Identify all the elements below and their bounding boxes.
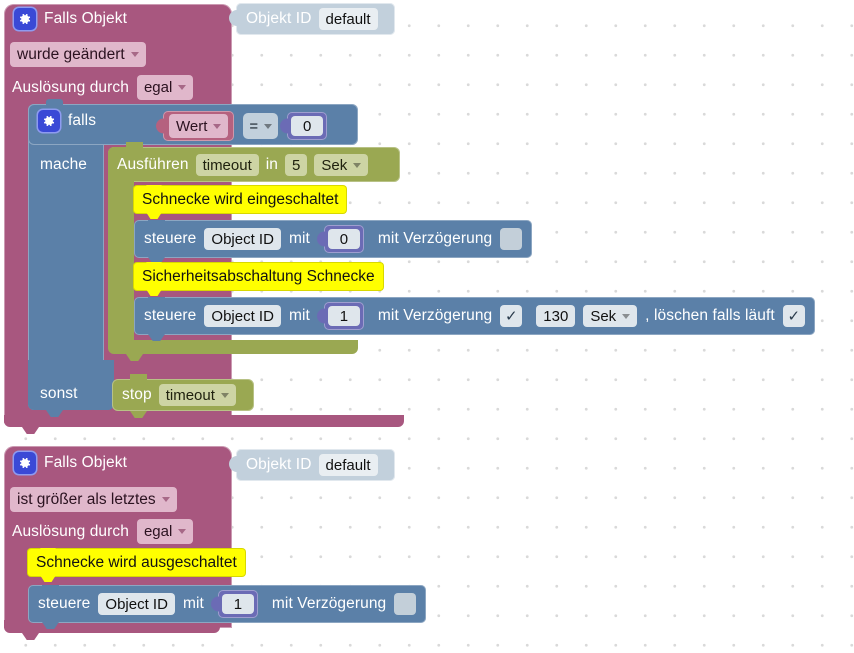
comment-block-1[interactable]: Schnecke wird eingeschaltet (134, 186, 347, 213)
condition-operator-dropdown[interactable]: = (243, 113, 279, 139)
event-block-2-foot-notch (22, 633, 39, 640)
control-block-2-clear-label: , löschen falls läuft (645, 307, 775, 325)
comment-block-3-text: Schnecke wird ausgeschaltet (36, 553, 237, 571)
objekt-id-plug-1 (229, 10, 238, 26)
event-block-1-foot-notch (22, 427, 39, 434)
stop-block[interactable]: stop timeout (112, 379, 254, 411)
control-block-1-with-label: mit (288, 230, 310, 248)
control-block-1-value-block[interactable]: 0 (323, 225, 364, 253)
source-dropdown-2[interactable]: egal (136, 519, 194, 544)
event-block-1-title: Falls Objekt (44, 10, 128, 28)
condition-left-block[interactable]: Wert (163, 111, 235, 141)
condition-left-dropdown[interactable]: Wert (169, 114, 229, 138)
source-dropdown-1[interactable]: egal (136, 75, 194, 100)
source-label-1: Auslösung durch (12, 78, 129, 96)
else-label: sonst (40, 385, 78, 402)
control-block-3-delay-checkbox[interactable] (394, 593, 417, 615)
condition-right-number-block[interactable]: 0 (287, 112, 328, 140)
gear-icon[interactable] (38, 110, 60, 132)
control-block-2-delay-checkbox[interactable]: ✓ (500, 305, 523, 327)
control-block-2-object-id[interactable]: Object ID (204, 305, 281, 327)
event-block-2-header: Falls Objekt (14, 452, 127, 474)
event-block-2-trigger-row: ist größer als letztes (10, 487, 177, 512)
comment-block-3[interactable]: Schnecke wird ausgeschaltet (28, 549, 245, 576)
if-block-top-notch (46, 99, 63, 105)
trigger-mode-dropdown-2[interactable]: ist größer als letztes (10, 487, 177, 512)
control-block-3-value[interactable]: 1 (221, 594, 254, 614)
control-block-2-value[interactable]: 1 (327, 306, 360, 326)
control-block-1-verb: steuere (144, 230, 197, 248)
timeout-delay-field[interactable]: 5 (285, 154, 308, 176)
event-block-1-source-row: Auslösung durch egal (12, 75, 194, 100)
control-block-2-delay-amount[interactable]: 130 (536, 305, 576, 327)
event-block-1-trigger-row: wurde geändert (10, 42, 146, 67)
chevron-down-icon (264, 123, 273, 129)
source-label-2: Auslösung durch (12, 522, 129, 540)
control-block-2-value-block[interactable]: 1 (323, 302, 364, 330)
event-block-2-title: Falls Objekt (44, 454, 128, 472)
condition-operator-label: = (249, 117, 259, 135)
timeout-run-label: Ausführen (117, 156, 189, 174)
gear-icon[interactable] (14, 8, 36, 30)
control-block-2-verb: steuere (144, 307, 197, 325)
control-block-2-notch-top (148, 297, 165, 303)
event-block-2-source-row: Auslösung durch egal (12, 519, 194, 544)
control-block-3-delay-label: mit Verzögerung (271, 595, 387, 613)
stop-block-top-notch (130, 374, 147, 380)
control-block-1[interactable]: steuere Object ID mit 0 mit Verzögerung (134, 220, 533, 264)
trigger-mode-dropdown-1[interactable]: wurde geändert (10, 42, 146, 67)
objekt-id-value-2[interactable]: default (318, 454, 378, 476)
comment-block-2-text: Sicherheitsabschaltung Schnecke (142, 267, 375, 285)
comment-block-2[interactable]: Sicherheitsabschaltung Schnecke (134, 263, 383, 290)
gear-icon[interactable] (14, 452, 36, 474)
condition-expression[interactable]: Wert = 0 (163, 111, 328, 141)
condition-right-value[interactable]: 0 (291, 116, 324, 136)
control-block-1-delay-checkbox[interactable] (500, 228, 523, 250)
timeout-block-top-notch (126, 142, 143, 148)
control-block-1-notch-top (148, 220, 165, 226)
control-block-3[interactable]: steuere Object ID mit 1 mit Verzögerung (28, 585, 427, 629)
control-block-3-with-label: mit (182, 595, 204, 613)
timeout-block-row: Ausführen timeout in 5 Sek (117, 154, 369, 176)
stop-block-label: stop (122, 386, 152, 404)
objekt-id-plug-2 (229, 456, 238, 472)
timeout-block-bottom (108, 340, 358, 354)
objekt-id-value-1[interactable]: default (318, 8, 378, 30)
control-block-2-with-label: mit (288, 307, 310, 325)
control-block-3-value-block[interactable]: 1 (217, 590, 258, 618)
if-block-mid-bar (28, 360, 114, 375)
event-block-1-header: Falls Objekt (14, 8, 127, 30)
objekt-id-block-1[interactable]: Objekt ID default (236, 3, 395, 35)
control-block-3-notch-top (42, 585, 59, 591)
control-block-1-delay-label: mit Verzögerung (377, 230, 493, 248)
timeout-block-left-rail (108, 147, 134, 353)
control-block-3-object-id[interactable]: Object ID (98, 593, 175, 615)
event-block-1-foot (4, 415, 404, 427)
control-block-1-value[interactable]: 0 (327, 229, 360, 249)
objekt-id-label-1: Objekt ID (246, 10, 312, 28)
timeout-unit-dropdown[interactable]: Sek (314, 154, 369, 176)
control-block-1-object-id[interactable]: Object ID (204, 228, 281, 250)
stop-block-timeout-dropdown[interactable]: timeout (158, 384, 236, 406)
control-block-2-clear-checkbox[interactable]: ✓ (782, 305, 805, 327)
control-block-2-delay-unit[interactable]: Sek (583, 305, 638, 327)
objekt-id-label-2: Objekt ID (246, 456, 312, 474)
objekt-id-block-2[interactable]: Objekt ID default (236, 449, 395, 481)
control-block-2-delay-label: mit Verzögerung (377, 307, 493, 325)
do-label: mache (40, 156, 88, 173)
timeout-in-label: in (265, 156, 279, 174)
if-block-header: falls (38, 110, 96, 132)
control-block-2[interactable]: steuere Object ID mit 1 mit Verzögerung … (134, 297, 815, 341)
if-label: falls (68, 112, 97, 130)
control-block-3-verb: steuere (38, 595, 91, 613)
comment-block-1-text: Schnecke wird eingeschaltet (142, 190, 339, 208)
blockly-workspace[interactable]: Falls Objekt Objekt ID default wurde geä… (0, 0, 854, 653)
timeout-name-field[interactable]: timeout (195, 154, 259, 176)
